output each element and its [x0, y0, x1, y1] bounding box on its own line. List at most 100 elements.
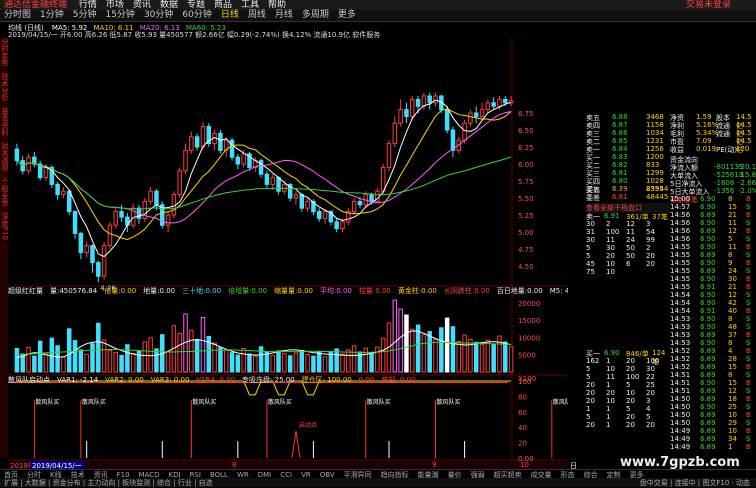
volume-bar[interactable]: [229, 352, 235, 373]
period-tab[interactable]: 周线: [248, 10, 266, 20]
volume-bar[interactable]: [410, 328, 415, 373]
volume-bar[interactable]: [37, 340, 43, 373]
indicator-name[interactable]: 散风队启动点: [8, 376, 50, 384]
candle-body[interactable]: [316, 211, 322, 219]
volume-bar[interactable]: [177, 332, 182, 373]
period-tab[interactable]: 60分钟: [182, 10, 211, 20]
menu-item[interactable]: 市场: [106, 0, 124, 10]
candle-body[interactable]: [410, 98, 415, 117]
candle-body[interactable]: [293, 194, 299, 199]
kline-chart-area[interactable]: 4.26 6.756.506.256.005.755.505.255.004.7…: [8, 38, 568, 469]
candle-body[interactable]: [61, 190, 66, 196]
start-point-mark[interactable]: [291, 430, 301, 459]
volume-bar[interactable]: [32, 355, 37, 373]
candle-body[interactable]: [270, 177, 275, 185]
volume-bar[interactable]: [218, 346, 223, 373]
volume-bar[interactable]: [241, 348, 246, 373]
period-tab[interactable]: 15分钟: [105, 10, 134, 20]
candle-body[interactable]: [351, 200, 357, 213]
volume-bar[interactable]: [311, 355, 316, 373]
candle-body[interactable]: [183, 149, 188, 172]
sell-level[interactable]: 卖三 6.86 1034: [586, 129, 670, 138]
volume-bar[interactable]: [49, 337, 55, 373]
candle-body[interactable]: [427, 95, 432, 104]
candle-body[interactable]: [78, 232, 84, 253]
volume-bar[interactable]: [107, 350, 113, 373]
volume-bar[interactable]: [72, 340, 78, 373]
volume-bar[interactable]: [130, 352, 136, 373]
volume-bar[interactable]: [194, 339, 200, 373]
volume-bar[interactable]: [212, 342, 217, 373]
volume-bar[interactable]: [14, 348, 20, 373]
candle-body[interactable]: [229, 139, 235, 158]
candle-body[interactable]: [194, 136, 200, 148]
volume-bar[interactable]: [439, 327, 444, 373]
volume-bar[interactable]: [200, 316, 206, 373]
volume-bar[interactable]: [508, 346, 514, 373]
candle-body[interactable]: [497, 98, 502, 107]
buy-level[interactable]: 买三 6.81 1299: [586, 169, 670, 178]
volume-bar[interactable]: [433, 338, 438, 373]
candle-body[interactable]: [305, 200, 310, 209]
volume-bar[interactable]: [61, 356, 66, 373]
candle-body[interactable]: [369, 194, 374, 202]
candle-body[interactable]: [148, 190, 153, 202]
candle-body[interactable]: [96, 262, 101, 277]
menu-item[interactable]: 行情: [79, 0, 97, 10]
candle-body[interactable]: [386, 143, 392, 168]
volume-bar[interactable]: [491, 343, 496, 373]
volume-bar[interactable]: [503, 341, 508, 373]
volume-indicator-name[interactable]: 超级红红量: [8, 287, 43, 295]
menu-item[interactable]: 资讯: [133, 0, 151, 10]
fund-flow-title[interactable]: 资金流向: [670, 155, 756, 164]
volume-bar[interactable]: [427, 331, 432, 373]
volume-bar[interactable]: [444, 317, 450, 373]
volume-bar[interactable]: [497, 335, 502, 373]
candle-body[interactable]: [66, 190, 72, 213]
candle-body[interactable]: [398, 109, 403, 124]
volume-bar[interactable]: [346, 349, 351, 373]
candle-body[interactable]: [154, 190, 159, 206]
candle-body[interactable]: [380, 166, 386, 192]
candle-body[interactable]: [189, 136, 194, 151]
candle-body[interactable]: [340, 221, 345, 230]
volume-bar[interactable]: [119, 354, 124, 373]
candle-body[interactable]: [421, 95, 427, 107]
candle-body[interactable]: [101, 245, 107, 277]
menu-item[interactable]: 数据: [160, 0, 178, 10]
volume-bar[interactable]: [473, 341, 479, 373]
volume-bar[interactable]: [305, 353, 310, 373]
candle-body[interactable]: [479, 109, 485, 117]
volume-bar[interactable]: [316, 351, 322, 373]
period-tab[interactable]: 5分钟: [73, 10, 97, 20]
candle-body[interactable]: [218, 132, 223, 151]
volume-bar[interactable]: [78, 349, 84, 373]
sell-level[interactable]: 卖五 6.88 3468: [586, 113, 670, 122]
volume-bar[interactable]: [287, 355, 293, 373]
period-tab[interactable]: 多周期: [302, 10, 329, 20]
candle-body[interactable]: [258, 160, 264, 175]
volume-bar[interactable]: [125, 344, 130, 373]
volume-bar[interactable]: [340, 353, 345, 373]
candle-body[interactable]: [334, 221, 339, 230]
candle-body[interactable]: [119, 211, 124, 218]
volume-bar[interactable]: [223, 349, 229, 373]
candle-body[interactable]: [392, 122, 398, 145]
volume-bar[interactable]: [270, 354, 275, 373]
volume-bar[interactable]: [142, 341, 148, 373]
candle-body[interactable]: [241, 153, 246, 165]
menu-item[interactable]: 商品: [214, 0, 232, 10]
volume-bar[interactable]: [398, 308, 403, 373]
volume-bar[interactable]: [154, 348, 159, 373]
volume-bar[interactable]: [421, 333, 427, 373]
volume-bar[interactable]: [392, 299, 398, 373]
volume-bar[interactable]: [165, 351, 171, 373]
period-tab[interactable]: 分时图: [4, 10, 31, 20]
diff-row[interactable]: 委差 6.81 48445: [586, 193, 670, 202]
candle-body[interactable]: [322, 211, 328, 219]
period-tab[interactable]: 日线: [221, 10, 239, 20]
volume-bar[interactable]: [253, 355, 258, 373]
buy-level[interactable]: 买二 6.82 833: [586, 161, 670, 170]
volume-bar[interactable]: [235, 354, 241, 373]
thousand-book-link-text[interactable]: 查看全部千档盘口: [586, 204, 642, 212]
